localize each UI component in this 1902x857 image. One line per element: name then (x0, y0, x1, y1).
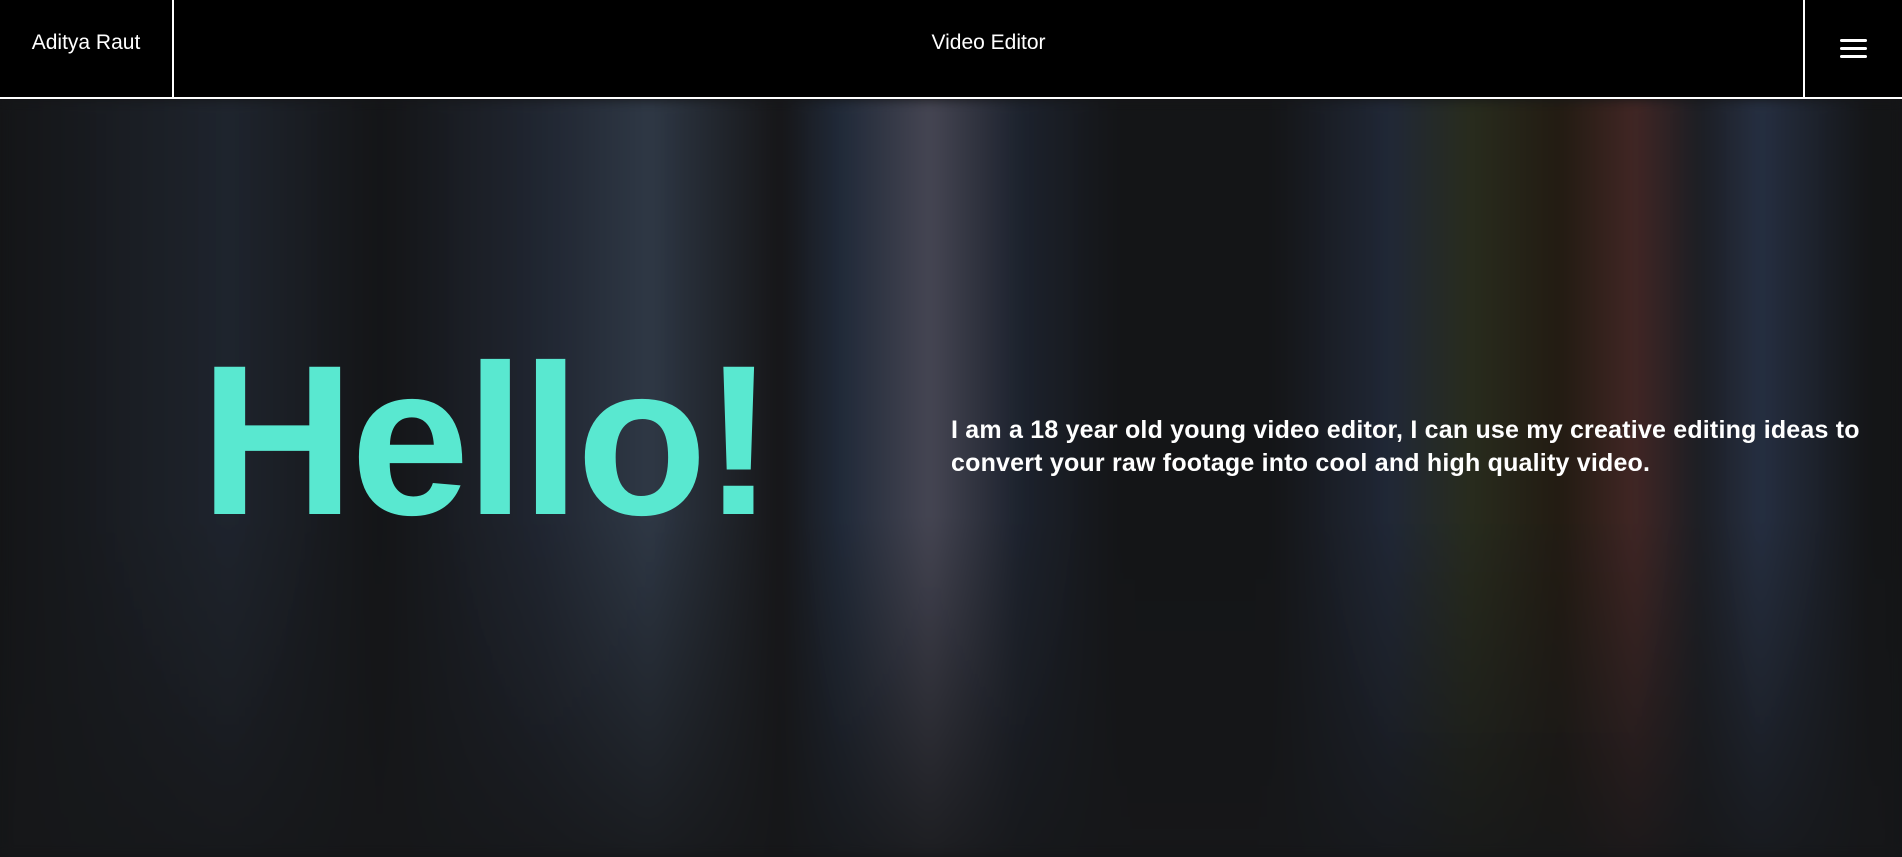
hamburger-menu-icon (1840, 39, 1867, 58)
top-header: Aditya Raut Video Editor (0, 0, 1902, 99)
header-title: Video Editor (931, 30, 1046, 54)
header-title-section: Video Editor (174, 0, 1803, 97)
page: Aditya Raut Video Editor Hello! I am a 1… (0, 0, 1902, 857)
brand-link[interactable]: Aditya Raut (0, 0, 174, 97)
hero-intro-text: I am a 18 year old young video editor, I… (951, 416, 1860, 477)
brand-name: Aditya Raut (31, 30, 141, 54)
menu-button[interactable] (1803, 0, 1902, 97)
hero-heading: Hello! (200, 321, 774, 560)
